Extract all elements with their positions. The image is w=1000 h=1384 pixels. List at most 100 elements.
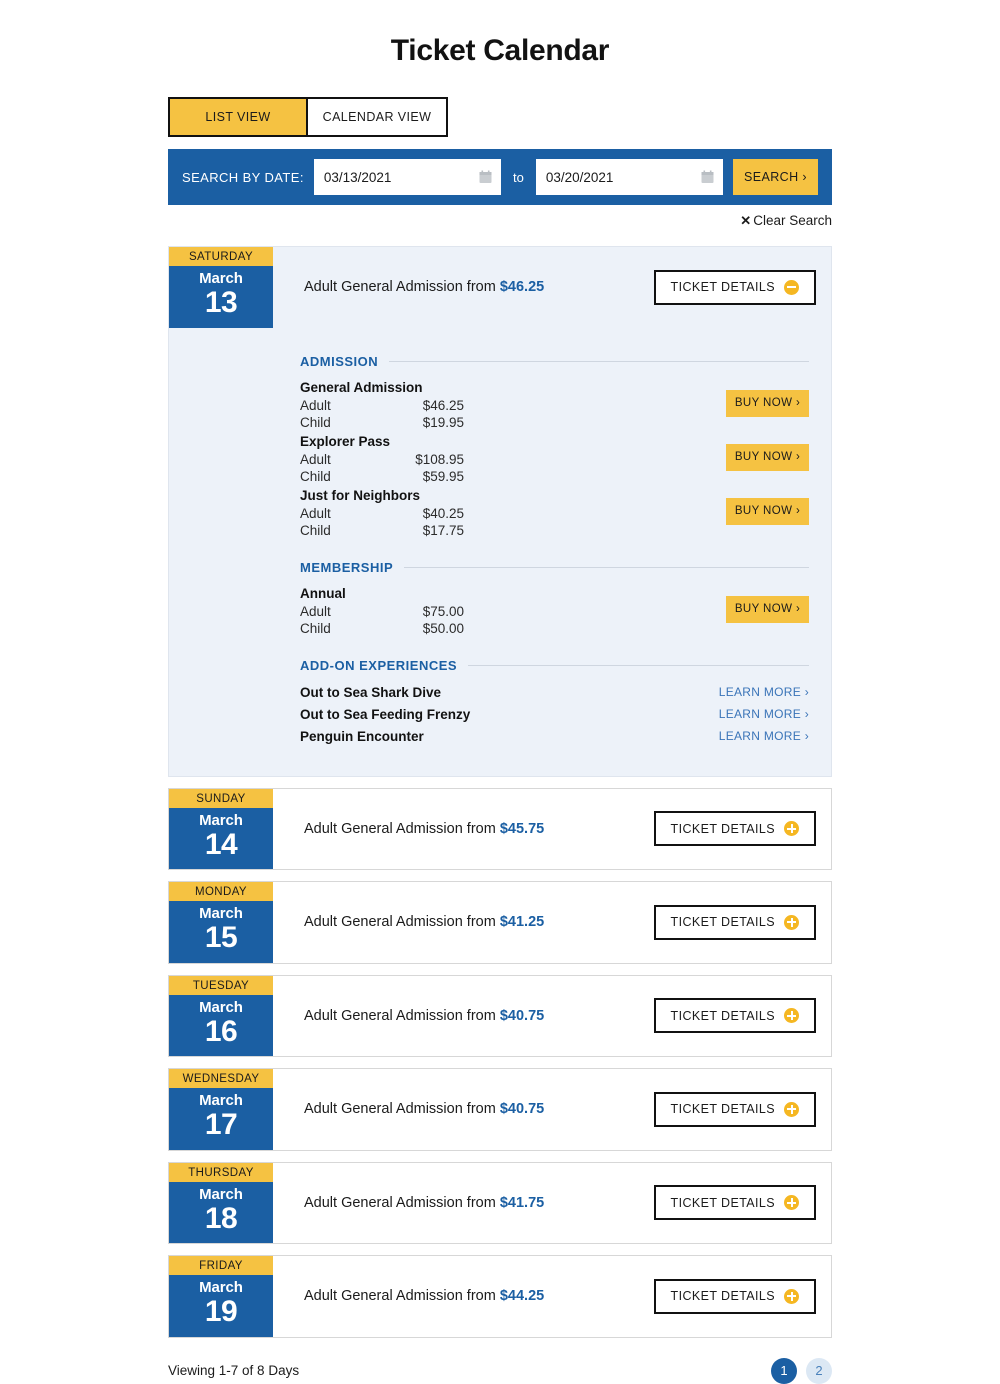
- price-audience: Adult: [300, 505, 331, 521]
- start-date-field[interactable]: [313, 159, 501, 195]
- addon-name: Out to Sea Shark Dive: [300, 684, 442, 700]
- from-price: $41.25: [499, 914, 545, 931]
- price-audience: Adult: [300, 397, 331, 413]
- buy-now-button[interactable]: BUY NOW ›: [726, 389, 809, 417]
- date-body: March 17: [169, 1088, 273, 1150]
- day-number: 13: [204, 286, 238, 319]
- summary-text: Adult General Admission from $46.25: [304, 279, 544, 295]
- day-of-week: WEDNESDAY: [169, 1069, 273, 1088]
- day-card: SATURDAY March 13 Adult General Admission f…: [168, 246, 832, 777]
- ticket-details-button[interactable]: TICKET DETAILS: [653, 1185, 816, 1221]
- date-body: March 18: [169, 1181, 273, 1243]
- summary-text: Adult General Admission from $40.75: [304, 1008, 544, 1024]
- ticket-details-button[interactable]: TICKET DETAILS: [653, 1278, 816, 1314]
- month-label: March: [199, 1279, 243, 1296]
- ticket-tier-row: General Admission Adult $46.25 Child $19.95 B…: [300, 380, 809, 431]
- section-divider: [404, 566, 809, 568]
- ticket-details-button[interactable]: TICKET DETAILS: [653, 1091, 816, 1127]
- end-date-input[interactable]: [545, 169, 713, 185]
- section-header: MEMBERSHIP: [300, 560, 809, 575]
- from-price: $44.25: [499, 1288, 545, 1305]
- search-button[interactable]: SEARCH ›: [732, 159, 819, 195]
- day-number: 16: [204, 1014, 238, 1048]
- month-label: March: [199, 998, 243, 1016]
- section-header: ADMISSION: [300, 354, 809, 369]
- page-2-button[interactable]: 2: [806, 1357, 832, 1384]
- summary-prefix: Adult General Admission from: [304, 279, 500, 296]
- tab-calendar-view[interactable]: CALENDAR VIEW: [308, 99, 446, 135]
- start-date-input[interactable]: [323, 169, 491, 185]
- price-audience: Child: [300, 414, 331, 430]
- ticket-details-button[interactable]: TICKET DETAILS: [653, 811, 816, 847]
- ticket-details-button[interactable]: TICKET DETAILS: [653, 998, 816, 1034]
- learn-more-link[interactable]: LEARN MORE ›: [719, 729, 809, 743]
- ticket-details-label: TICKET DETAILS: [670, 1008, 775, 1023]
- date-range-separator: to: [512, 169, 524, 185]
- tab-list-view[interactable]: LIST VIEW: [170, 99, 308, 135]
- end-date-field[interactable]: [535, 159, 723, 195]
- calendar-icon[interactable]: [479, 170, 492, 184]
- price-amount: $50.00: [422, 620, 464, 636]
- date-badge: FRIDAY March 19: [169, 1256, 273, 1337]
- price-amount: $108.95: [415, 451, 464, 467]
- page-title: Ticket Calendar: [390, 34, 610, 67]
- ticket-details-label: TICKET DETAILS: [670, 1195, 775, 1210]
- section-title: MEMBERSHIP: [300, 559, 394, 575]
- day-card: WEDNESDAY March 17 Adult General Admission …: [168, 1068, 832, 1151]
- date-body: March 14: [169, 807, 273, 869]
- day-number: 14: [204, 827, 238, 861]
- day-card: MONDAY March 15 Adult General Admission fro…: [168, 881, 832, 964]
- day-of-week: FRIDAY: [169, 1256, 273, 1275]
- date-body: March 15: [169, 901, 273, 963]
- month-label: March: [199, 1092, 243, 1109]
- plus-circle-icon: [784, 1008, 799, 1024]
- section-divider: [389, 360, 809, 362]
- price-amount: $59.95: [422, 468, 464, 484]
- price-audience: Child: [300, 468, 331, 484]
- addon-name: Penguin Encounter: [300, 728, 424, 744]
- month-label: March: [199, 1185, 243, 1203]
- summary-prefix: Adult General Admission from: [304, 1288, 500, 1305]
- price-amount: $46.25: [422, 397, 464, 413]
- day-number: 15: [204, 921, 238, 954]
- price-audience: Adult: [300, 451, 331, 467]
- day-of-week: SUNDAY: [169, 788, 273, 808]
- day-of-week: TUESDAY: [169, 975, 273, 995]
- buy-now-button[interactable]: BUY NOW ›: [726, 497, 809, 525]
- from-price: $40.75: [499, 1007, 545, 1024]
- section-header: ADD-ON EXPERIENCES: [300, 658, 809, 673]
- close-x-icon: ✕: [740, 213, 752, 228]
- section-title: ADMISSION: [300, 353, 379, 369]
- from-price: $41.75: [499, 1194, 545, 1211]
- date-badge: WEDNESDAY March 17: [169, 1069, 273, 1150]
- search-by-date-label: SEARCH BY DATE:: [182, 169, 304, 185]
- from-price: $40.75: [499, 1101, 545, 1118]
- calendar-icon[interactable]: [701, 170, 714, 184]
- learn-more-link[interactable]: LEARN MORE ›: [719, 707, 809, 721]
- price-audience: Child: [300, 620, 331, 636]
- plus-circle-icon: [784, 1101, 799, 1117]
- day-card: THURSDAY March 18 Adult General Admission f…: [168, 1161, 832, 1244]
- page-1-button[interactable]: 1: [771, 1357, 797, 1384]
- price-amount: $19.95: [422, 414, 464, 430]
- summary-text: Adult General Admission from $45.75: [304, 821, 544, 837]
- viewing-count: Viewing 1-7 of 8 Days: [168, 1363, 300, 1378]
- day-card-summary: Adult General Admission from $45.75 TICKE…: [273, 789, 831, 870]
- summary-prefix: Adult General Admission from: [304, 1101, 500, 1118]
- clear-search-link[interactable]: ✕ Clear Search: [168, 213, 832, 229]
- ticket-details-button[interactable]: TICKET DETAILS: [653, 904, 816, 940]
- day-number: 19: [204, 1295, 238, 1328]
- ticket-details-button[interactable]: TICKET DETAILS: [653, 269, 816, 305]
- clear-search-label: Clear Search: [753, 213, 832, 228]
- day-card: SUNDAY March 14 Adult General Admission fro…: [168, 787, 832, 870]
- summary-prefix: Adult General Admission from: [304, 914, 500, 931]
- price-audience: Adult: [300, 603, 331, 619]
- summary-prefix: Adult General Admission from: [304, 1007, 500, 1024]
- buy-now-button[interactable]: BUY NOW ›: [726, 443, 809, 471]
- buy-now-button[interactable]: BUY NOW ›: [726, 595, 809, 623]
- day-card-list: SATURDAY March 13 Adult General Admission f…: [168, 246, 832, 1338]
- footer: Viewing 1-7 of 8 Days 1 2: [168, 1357, 832, 1384]
- learn-more-link[interactable]: LEARN MORE ›: [719, 685, 809, 699]
- content-column: LIST VIEW CALENDAR VIEW SEARCH BY DATE: …: [168, 68, 832, 1384]
- summary-text: Adult General Admission from $40.75: [304, 1101, 544, 1117]
